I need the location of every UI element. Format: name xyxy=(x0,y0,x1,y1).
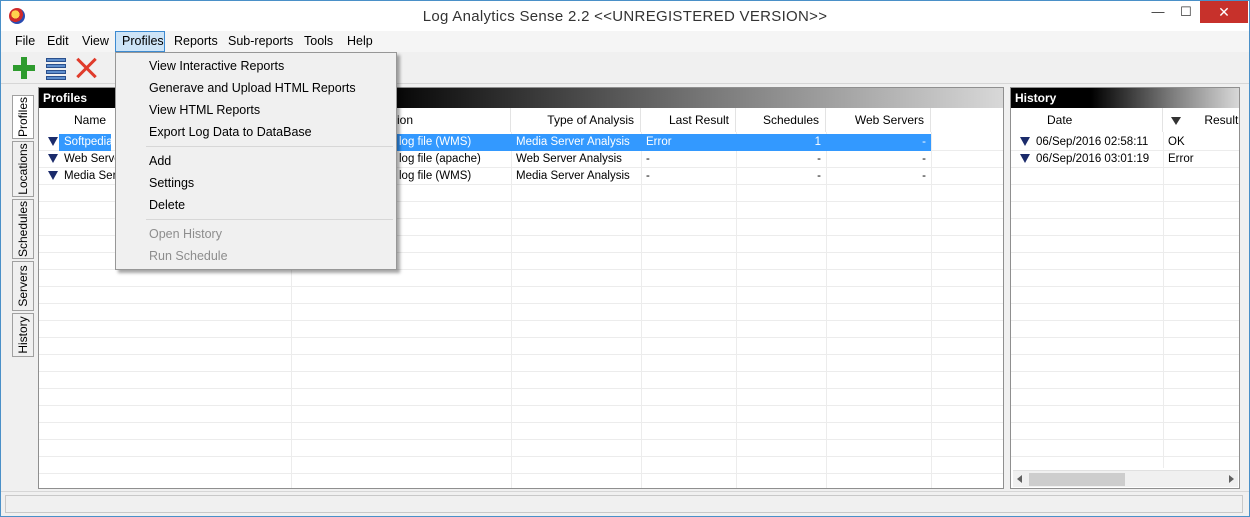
add-profile-button[interactable] xyxy=(11,55,37,81)
profile-location: log file (WMS) xyxy=(399,170,472,182)
profile-bullet-icon xyxy=(48,137,58,146)
menu-item-export-log-data[interactable]: Export Log Data to DataBase xyxy=(116,121,396,143)
profile-last-result: - xyxy=(646,170,650,182)
menu-item-run-schedule: Run Schedule xyxy=(149,249,228,263)
list-item[interactable]: 06/Sep/2016 03:01:19 Error xyxy=(1011,151,1239,168)
menu-tools[interactable]: Tools xyxy=(298,31,339,52)
tab-profiles[interactable]: Profiles xyxy=(12,95,34,139)
profile-location: log file (WMS) xyxy=(394,134,511,151)
history-date: 06/Sep/2016 02:58:11 xyxy=(1036,136,1149,148)
profile-last-result: - xyxy=(646,153,650,165)
history-date: 06/Sep/2016 03:01:19 xyxy=(1036,153,1150,165)
menu-file[interactable]: File xyxy=(9,31,41,52)
column-schedules[interactable]: Schedules xyxy=(736,108,826,132)
history-result: OK xyxy=(1168,136,1185,148)
list-item[interactable]: 06/Sep/2016 02:58:11 OK xyxy=(1011,134,1239,151)
profile-type: Media Server Analysis xyxy=(511,134,641,151)
history-panel-header: History xyxy=(1011,88,1239,108)
profile-schedules: - xyxy=(817,153,821,165)
profile-type: Web Server Analysis xyxy=(516,153,622,165)
menu-profiles[interactable]: Profiles xyxy=(115,31,165,52)
profile-last-result: Error xyxy=(641,134,736,151)
tab-servers[interactable]: Servers xyxy=(12,261,34,311)
tab-history[interactable]: History xyxy=(12,313,34,357)
status-bar xyxy=(1,491,1249,516)
history-result: Error xyxy=(1168,153,1194,165)
tab-locations[interactable]: Locations xyxy=(12,141,34,197)
profile-web-servers: - xyxy=(826,134,931,151)
side-tab-strip: Profiles Locations Schedules Servers His… xyxy=(12,89,34,489)
menu-sub-reports[interactable]: Sub-reports xyxy=(222,31,299,52)
profile-name: Softpedia xyxy=(59,134,111,151)
column-web-servers[interactable]: Web Servers xyxy=(826,108,931,132)
menu-item-view-interactive-reports[interactable]: View Interactive Reports xyxy=(116,55,396,77)
menu-item-view-html-reports[interactable]: View HTML Reports xyxy=(116,99,396,121)
column-result-header[interactable]: Result xyxy=(1163,108,1241,132)
scroll-thumb[interactable] xyxy=(1029,473,1125,486)
profile-schedules: 1 xyxy=(736,134,826,151)
menu-help[interactable]: Help xyxy=(341,31,379,52)
delete-profile-button[interactable] xyxy=(73,55,99,81)
tab-schedules[interactable]: Schedules xyxy=(12,199,34,259)
profile-bullet-icon xyxy=(48,154,58,163)
profile-schedules: - xyxy=(817,170,821,182)
menu-edit[interactable]: Edit xyxy=(41,31,75,52)
minimize-button[interactable]: — xyxy=(1144,1,1172,23)
menu-bar: File Edit View Profiles Reports Sub-repo… xyxy=(1,31,1249,52)
scroll-right-icon[interactable] xyxy=(1229,475,1234,483)
history-panel: History Date Result 06/Sep/2016 02:58:11… xyxy=(1010,87,1240,489)
profile-location: log file (apache) xyxy=(399,153,481,165)
column-result: Result xyxy=(1204,113,1239,127)
profile-type: Media Server Analysis xyxy=(516,170,630,182)
title-bar[interactable]: Log Analytics Sense 2.2 <<UNREGISTERED V… xyxy=(1,1,1249,31)
app-window: Log Analytics Sense 2.2 <<UNREGISTERED V… xyxy=(0,0,1250,517)
sort-down-icon[interactable] xyxy=(1171,116,1181,125)
profile-web-servers: - xyxy=(922,153,926,165)
menu-item-open-history: Open History xyxy=(149,227,222,241)
history-horizontal-scrollbar[interactable] xyxy=(1013,470,1238,487)
profile-web-servers: - xyxy=(922,170,926,182)
maximize-button[interactable]: ☐ xyxy=(1172,1,1200,23)
menu-item-add[interactable]: Add xyxy=(116,150,396,172)
profiles-dropdown-menu: View Interactive Reports Generave and Up… xyxy=(115,52,397,270)
close-button[interactable]: ✕ xyxy=(1200,1,1248,23)
menu-separator xyxy=(146,219,393,220)
menu-view[interactable]: View xyxy=(76,31,115,52)
window-title: Log Analytics Sense 2.2 <<UNREGISTERED V… xyxy=(422,8,828,25)
menu-item-settings[interactable]: Settings xyxy=(116,172,396,194)
menu-item-generate-upload-html-reports[interactable]: Generave and Upload HTML Reports xyxy=(116,77,396,99)
settings-list-button[interactable] xyxy=(43,55,69,81)
column-type-of-analysis[interactable]: Type of Analysis xyxy=(511,108,641,132)
menu-separator xyxy=(146,146,393,147)
menu-reports[interactable]: Reports xyxy=(168,31,224,52)
menu-item-delete[interactable]: Delete xyxy=(116,194,396,216)
column-last-result[interactable]: Last Result xyxy=(641,108,736,132)
history-bullet-icon xyxy=(1020,137,1030,146)
profile-bullet-icon xyxy=(48,171,58,180)
column-date[interactable]: Date xyxy=(1011,108,1163,132)
history-bullet-icon xyxy=(1020,154,1030,163)
status-segment xyxy=(5,495,1243,513)
scroll-left-icon[interactable] xyxy=(1017,475,1022,483)
